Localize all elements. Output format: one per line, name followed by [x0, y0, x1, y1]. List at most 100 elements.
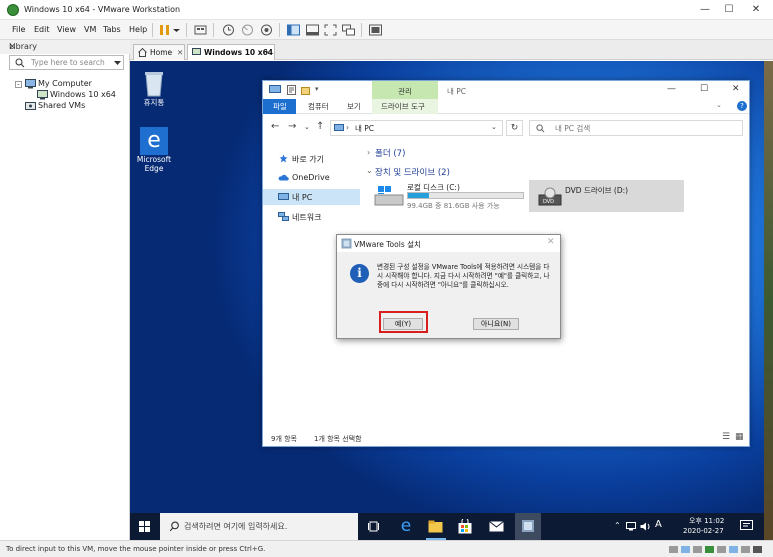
tree-item-shared-vms[interactable]: Shared VMs — [38, 101, 85, 110]
back-arrow-icon[interactable]: ← — [271, 121, 279, 132]
menu-help[interactable]: Help — [129, 25, 147, 34]
tree-item-windows-10-x64[interactable]: Windows 10 x64 — [50, 90, 116, 99]
tab-home[interactable]: Home ✕ — [133, 44, 185, 60]
edge-taskbar-icon[interactable]: e — [398, 517, 414, 535]
taskbar-date[interactable]: 2020-02-27 — [683, 527, 724, 535]
dvd-drive-icon: DVD — [538, 187, 562, 206]
tab-windows-10-x64[interactable]: Windows 10 x64 ✕ — [187, 44, 275, 60]
address-dropdown-icon[interactable]: ⌄ — [491, 123, 497, 131]
explorer-minimize-button[interactable]: — — [667, 84, 676, 94]
task-view-icon[interactable] — [368, 521, 379, 532]
taskbar-search-box[interactable]: 검색하려면 여기에 입력하세요. — [160, 513, 358, 540]
desktop-icon-recycle-bin[interactable]: 휴지통 — [130, 69, 178, 108]
forward-arrow-icon[interactable]: → — [288, 121, 296, 132]
dropdown-icon[interactable] — [172, 23, 181, 37]
pause-icon[interactable] — [157, 23, 172, 37]
no-button[interactable]: 아니요(N) — [473, 318, 519, 330]
file-explorer-taskbar-icon[interactable] — [428, 520, 443, 533]
menu-file[interactable]: File — [12, 25, 25, 34]
tab-close-icon[interactable]: ✕ — [177, 48, 183, 57]
explorer-search-input[interactable]: 내 PC 검색 — [529, 120, 743, 136]
ime-indicator[interactable]: A — [655, 519, 662, 530]
chevron-down-icon[interactable]: ⌄ — [366, 166, 373, 175]
close-button[interactable]: ✕ — [739, 0, 773, 20]
menu-tabs[interactable]: Tabs — [103, 25, 121, 34]
store-icon[interactable] — [458, 519, 472, 534]
section-folders[interactable]: 폴더 (7) — [375, 147, 405, 159]
history-dropdown-icon[interactable]: ⌄ — [304, 123, 310, 131]
send-keys-icon[interactable] — [193, 23, 208, 37]
nav-item-quick-access[interactable]: 바로 가기 — [292, 154, 324, 165]
library-close-button[interactable]: ✕ — [9, 42, 16, 51]
windows-start-icon[interactable] — [139, 521, 150, 532]
tab-close-icon[interactable]: ✕ — [265, 48, 271, 57]
pc-icon — [334, 124, 344, 131]
nav-item-onedrive[interactable]: OneDrive — [292, 173, 330, 182]
network-tray-icon[interactable] — [626, 522, 636, 531]
revert-snapshot-icon[interactable] — [240, 23, 255, 37]
chevron-down-icon[interactable] — [114, 60, 121, 66]
taskbar-time[interactable]: 오후 11:02 — [689, 516, 724, 526]
toolbar-separator — [186, 23, 187, 37]
full-screen-icon[interactable] — [323, 23, 338, 37]
mail-icon[interactable] — [489, 521, 504, 532]
star-icon — [279, 154, 288, 163]
ribbon-tab-file[interactable]: 파일 — [263, 99, 296, 114]
console-view-icon[interactable] — [368, 23, 383, 37]
tree-collapse-toggle[interactable]: - — [15, 81, 22, 88]
tray-overflow-chevron-icon[interactable]: ⌃ — [614, 521, 621, 530]
desktop-icon-edge[interactable]: e Microsoft Edge — [130, 127, 178, 173]
tree-item-my-computer[interactable]: My Computer — [38, 79, 92, 88]
section-devices-drives[interactable]: 장치 및 드라이브 (2) — [375, 166, 450, 178]
volume-icon[interactable] — [640, 522, 652, 531]
dialog-message: 변경된 구성 설정을 VMware Tools에 적용하려면 시스템을 다시 시… — [377, 263, 550, 289]
app-title-bar: Windows 10 x64 - VMware Workstation — ☐ … — [0, 0, 773, 20]
new-folder-icon[interactable] — [301, 85, 310, 95]
help-icon[interactable]: ? — [737, 101, 747, 111]
library-panel: Library ✕ Type here to search - My Compu… — [0, 40, 130, 540]
thumbnail-view-icon[interactable] — [305, 23, 320, 37]
vmware-tools-icon — [522, 520, 534, 532]
drive-dvd-d[interactable]: DVD DVD 드라이브 (D:) — [529, 180, 684, 212]
address-bar[interactable]: › 내 PC ⌄ — [330, 120, 503, 136]
up-arrow-icon[interactable]: ↑ — [316, 121, 324, 132]
device-status-icons[interactable] — [669, 544, 765, 555]
library-view-icon[interactable] — [286, 23, 301, 37]
details-view-icon[interactable]: ☰ — [722, 432, 730, 442]
quick-access-dropdown-icon[interactable]: ▾ — [315, 85, 319, 93]
menu-view[interactable]: View — [57, 25, 76, 34]
explorer-close-button[interactable]: ✕ — [732, 84, 740, 94]
drive-local-disk-c[interactable]: 로컬 디스크 (C:) 99.4GB 중 81.6GB 사용 가능 — [371, 179, 526, 211]
computer-icon — [25, 79, 36, 89]
menu-edit[interactable]: Edit — [34, 25, 50, 34]
item-count: 9개 항목 — [271, 435, 297, 443]
vmware-status-bar: To direct input to this VM, move the mou… — [0, 540, 773, 557]
nav-item-network[interactable]: 네트워크 — [292, 212, 321, 223]
manage-snapshots-icon[interactable] — [259, 23, 274, 37]
manage-tab-label: 관리 — [398, 87, 412, 96]
ribbon-tab-drive-tools[interactable]: 드라이브 도구 — [372, 99, 438, 114]
chevron-right-icon[interactable]: › — [367, 148, 370, 157]
snapshot-icon[interactable] — [221, 23, 236, 37]
search-icon — [15, 58, 25, 68]
library-search-input[interactable]: Type here to search — [9, 55, 124, 70]
vmware-tools-install-dialog: VMware Tools 설치 ✕ i 변경된 구성 설정을 VMware To… — [336, 234, 561, 339]
ribbon-tab-view[interactable]: 보기 — [347, 101, 361, 112]
properties-icon[interactable] — [287, 85, 296, 95]
tiles-view-icon[interactable]: ▦ — [735, 432, 744, 442]
desktop-icon-label: 휴지통 — [143, 98, 165, 107]
ribbon-collapse-icon[interactable]: ⌄ — [716, 101, 722, 109]
vm-icon — [192, 48, 201, 55]
refresh-button[interactable]: ↻ — [506, 120, 523, 136]
desktop-icon-label: Microsoft Edge — [136, 155, 172, 173]
nav-item-this-pc[interactable]: 내 PC — [263, 189, 360, 205]
menu-vm[interactable]: VM — [84, 25, 96, 34]
dialog-close-button[interactable]: ✕ — [547, 237, 555, 247]
unity-icon[interactable] — [341, 23, 356, 37]
manage-tab-header[interactable]: 관리 — [372, 81, 438, 99]
vmware-tools-taskbar-item[interactable] — [515, 513, 541, 540]
notification-icon[interactable] — [740, 520, 753, 532]
desktop-wallpaper-edge — [764, 61, 773, 540]
ribbon-tab-computer[interactable]: 컴퓨터 — [308, 101, 329, 112]
explorer-maximize-button[interactable]: ☐ — [700, 84, 708, 94]
